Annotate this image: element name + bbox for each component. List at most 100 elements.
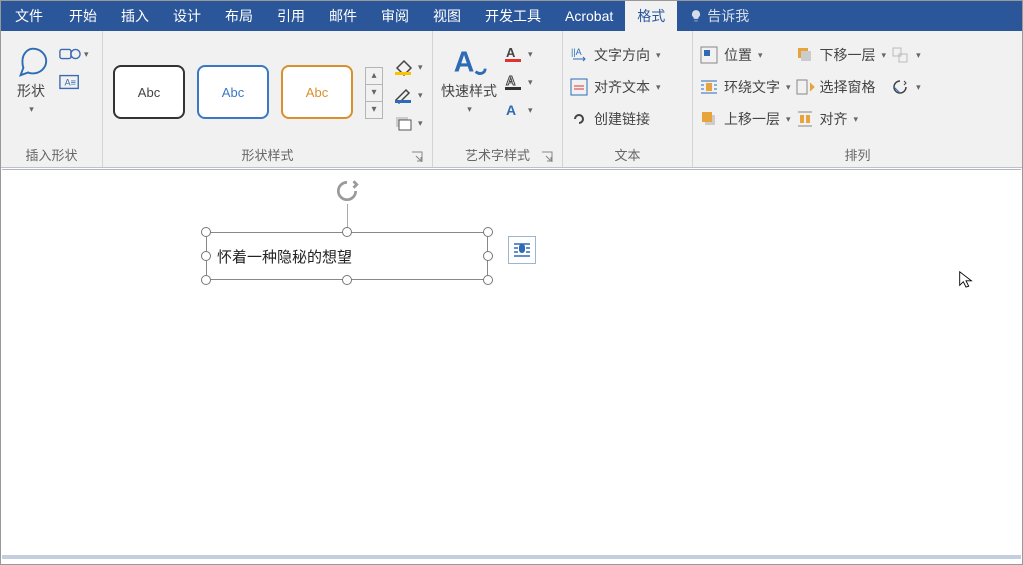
tab-design[interactable]: 设计: [161, 1, 213, 31]
rotate-icon: [890, 77, 910, 97]
effects-icon: [393, 114, 415, 132]
style-preset-3[interactable]: Abc: [281, 65, 353, 119]
chevron-down-icon: ▾: [29, 104, 34, 114]
tab-home[interactable]: 开始: [57, 1, 109, 31]
resize-handle-ne[interactable]: [483, 227, 493, 237]
position-icon: [699, 45, 719, 65]
group-wordart-styles: A 快速样式▾ A▾ A▾ A▾ 艺术字样式: [433, 31, 563, 167]
tab-tellme[interactable]: 告诉我: [677, 1, 761, 31]
quick-styles-label: 快速样式: [441, 83, 497, 99]
align-text-label: 对齐文本: [594, 77, 650, 97]
textbox-icon: A≡: [59, 73, 81, 91]
text-fill-button[interactable]: A▾: [503, 45, 533, 63]
resize-handle-n[interactable]: [342, 227, 352, 237]
style-preset-2[interactable]: Abc: [197, 65, 269, 119]
text-outline-icon: A: [503, 73, 525, 91]
group-label-text: 文本: [569, 145, 686, 167]
resize-handle-se[interactable]: [483, 275, 493, 285]
tab-view[interactable]: 视图: [421, 1, 473, 31]
selection-pane-label: 选择窗格: [820, 77, 876, 97]
svg-text:A≡: A≡: [65, 78, 76, 88]
align-button[interactable]: 对齐▾: [795, 105, 887, 133]
resize-handle-nw[interactable]: [201, 227, 211, 237]
rotate-button[interactable]: ▾: [890, 73, 921, 101]
tab-file[interactable]: 文件: [1, 1, 57, 31]
tab-format[interactable]: 格式: [625, 1, 677, 31]
layout-options-button[interactable]: [508, 236, 536, 264]
tab-layout[interactable]: 布局: [213, 1, 265, 31]
dialog-launcher-icon[interactable]: [540, 150, 554, 164]
create-link-label: 创建链接: [594, 109, 650, 129]
svg-text:A: A: [506, 73, 516, 88]
wrap-text-button[interactable]: 环绕文字▾: [699, 73, 791, 101]
svg-text:||A: ||A: [571, 47, 582, 57]
resize-handle-s[interactable]: [342, 275, 352, 285]
style-abc-1: Abc: [138, 85, 160, 100]
text-outline-button[interactable]: A▾: [503, 73, 533, 91]
dialog-launcher-icon[interactable]: [410, 150, 424, 164]
style-abc-3: Abc: [306, 85, 328, 100]
create-link-button[interactable]: 创建链接: [569, 105, 661, 133]
group-button[interactable]: ▾: [890, 41, 921, 69]
text-direction-icon: ||A: [569, 45, 589, 65]
wrap-text-label: 环绕文字: [724, 77, 780, 97]
tab-developer[interactable]: 开发工具: [473, 1, 553, 31]
bring-forward-button[interactable]: 上移一层▾: [699, 105, 791, 133]
draw-textbox-button[interactable]: A≡: [59, 73, 89, 91]
tab-acrobat[interactable]: Acrobat: [553, 1, 625, 31]
rotate-handle-icon[interactable]: [334, 178, 360, 204]
position-label: 位置: [724, 45, 752, 65]
lightbulb-icon: [689, 9, 703, 23]
text-effects-button[interactable]: A▾: [503, 101, 533, 119]
tellme-label: 告诉我: [707, 6, 749, 26]
align-text-icon: [569, 77, 589, 97]
tab-references[interactable]: 引用: [265, 1, 317, 31]
style-preset-1[interactable]: Abc: [113, 65, 185, 119]
group-insert-shapes: 形状 ▾ ▾ A≡ 插入形状: [1, 31, 103, 167]
resize-handle-e[interactable]: [483, 251, 493, 261]
group-arrange: 位置▾ 环绕文字▾ 上移一层▾ 下移一层▾ 选择窗格: [693, 31, 1022, 167]
align-text-button[interactable]: 对齐文本▾: [569, 73, 661, 101]
layout-options-icon: [512, 240, 532, 260]
tab-mailings[interactable]: 邮件: [317, 1, 369, 31]
link-icon: [569, 109, 589, 129]
selection-pane-button[interactable]: 选择窗格: [795, 73, 887, 101]
mouse-cursor-icon: [957, 270, 975, 288]
shapes-label: 形状: [17, 83, 45, 99]
gallery-down-button[interactable]: ▾: [365, 84, 383, 102]
paint-bucket-icon: [393, 58, 415, 76]
ribbon: 形状 ▾ ▾ A≡ 插入形状 Abc Abc Abc ▴ ▾ ▾: [1, 31, 1022, 168]
tab-insert[interactable]: 插入: [109, 1, 161, 31]
shape-effects-button[interactable]: ▾: [393, 114, 423, 132]
textbox-text: 怀着一种隐秘的想望: [217, 246, 352, 267]
gallery-more-button[interactable]: ▾: [365, 101, 383, 119]
group-text: ||A 文字方向▾ 对齐文本▾ 创建链接 文本: [563, 31, 693, 167]
style-abc-2: Abc: [222, 85, 244, 100]
text-direction-label: 文字方向: [594, 45, 650, 65]
shapes-button[interactable]: 形状 ▾: [7, 39, 55, 117]
document-canvas[interactable]: 怀着一种隐秘的想望: [2, 169, 1021, 563]
gallery-up-button[interactable]: ▴: [365, 67, 383, 85]
shape-outline-button[interactable]: ▾: [393, 86, 423, 104]
pen-icon: [393, 86, 415, 104]
resize-handle-sw[interactable]: [201, 275, 211, 285]
textbox-frame[interactable]: 怀着一种隐秘的想望: [206, 232, 488, 280]
send-backward-icon: [795, 45, 815, 65]
send-backward-label: 下移一层: [820, 45, 876, 65]
shape-fill-button[interactable]: ▾: [393, 58, 423, 76]
send-backward-button[interactable]: 下移一层▾: [795, 41, 887, 69]
svg-text:A: A: [506, 45, 516, 60]
edit-shape-button[interactable]: ▾: [59, 45, 89, 63]
align-label: 对齐: [820, 109, 848, 129]
text-direction-button[interactable]: ||A 文字方向▾: [569, 41, 661, 69]
wordart-a-icon: A: [450, 43, 488, 81]
tab-review[interactable]: 审阅: [369, 1, 421, 31]
group-label-shape-styles: 形状样式: [109, 145, 426, 167]
quick-styles-button[interactable]: A 快速样式▾: [439, 39, 499, 117]
bring-forward-icon: [699, 109, 719, 129]
resize-handle-w[interactable]: [201, 251, 211, 261]
position-button[interactable]: 位置▾: [699, 41, 791, 69]
group-label-insert-shapes: 插入形状: [7, 145, 96, 167]
wrap-icon: [699, 77, 719, 97]
selected-textbox[interactable]: 怀着一种隐秘的想望: [206, 232, 488, 280]
